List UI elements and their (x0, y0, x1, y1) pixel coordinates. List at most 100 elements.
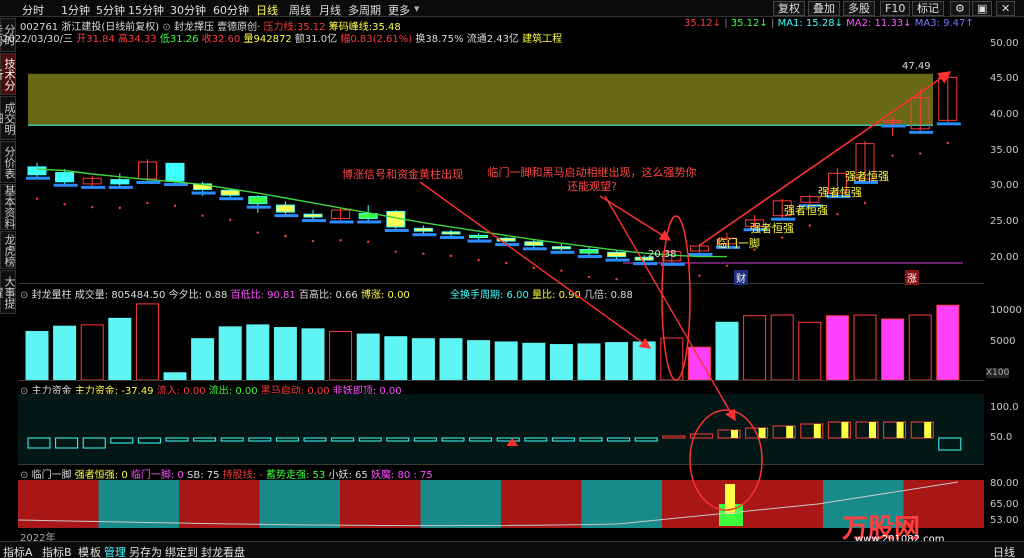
candle-body (579, 249, 599, 254)
volume-chart[interactable] (18, 298, 984, 380)
volume-bar (411, 338, 435, 380)
fenglong-tab[interactable]: 封龙看盘 (201, 544, 245, 558)
pressure-dash (412, 233, 437, 237)
y-tick: 30.00 (990, 180, 1019, 191)
pressure-dash (329, 220, 354, 224)
volume-bar (135, 303, 159, 380)
period-multi[interactable]: 多周期 (348, 2, 381, 18)
pressure-dash (384, 228, 409, 232)
volume-bar (881, 318, 905, 380)
board-tab[interactable]: 板 (90, 544, 101, 558)
side-tab-events[interactable]: 大事提醒 (0, 270, 16, 314)
side-tab-info[interactable]: 基本资料 (0, 184, 16, 230)
strong-label: 强者恒强 (845, 170, 889, 183)
volume-bar (25, 330, 49, 380)
y-tick: 35.00 (990, 145, 1019, 156)
candle-body (220, 189, 240, 196)
volume-bar (163, 372, 187, 380)
side-tab-dragon[interactable]: 龙虎榜 (0, 231, 16, 269)
side-tab-price[interactable]: 分价表 (0, 141, 16, 183)
lm-zone (179, 480, 261, 528)
pressure-dash (495, 243, 520, 247)
y-tick: 100.0 (990, 402, 1019, 413)
close-icon[interactable]: ✕ (996, 1, 1016, 16)
red-dot (615, 277, 618, 281)
ma1-label: MA1: 15.28 (777, 18, 835, 29)
pressure-dash (108, 185, 133, 189)
lm-zone (420, 480, 502, 528)
period-weekly[interactable]: 周线 (289, 2, 311, 18)
strong-label: 强者恒强 (818, 186, 862, 199)
f10-button[interactable]: F10 (880, 1, 911, 16)
indicator-b-tab[interactable]: 指标B (42, 544, 72, 558)
y-tick: 80.00 (990, 478, 1019, 489)
period-monthly[interactable]: 月线 (319, 2, 341, 18)
side-tab-trades[interactable]: 成交明细 (0, 96, 16, 140)
y-tick: 50.0 (990, 432, 1013, 443)
candle-body (496, 237, 516, 242)
price-chart[interactable] (18, 42, 984, 282)
cai-badge[interactable]: 财 (734, 270, 748, 285)
multi-stock-button[interactable]: 多股 (843, 1, 875, 16)
volume-bar (577, 343, 601, 380)
zhang-badge[interactable]: 涨 (905, 270, 919, 285)
volume-bar (632, 341, 656, 380)
fuquan-button[interactable]: 复权 (773, 1, 805, 16)
red-dot (284, 234, 287, 238)
right-val2: 35.12 (730, 18, 760, 29)
volume-bar (80, 324, 104, 380)
right-val1: 35.12 (684, 18, 713, 29)
red-dot (808, 224, 811, 227)
red-dot (339, 239, 342, 242)
red-dot (35, 197, 39, 200)
pressure-dash (522, 247, 547, 251)
period-60min[interactable]: 60分钟 (213, 2, 249, 18)
top-toolbar: 分时 1分钟 5分钟 15分钟 30分钟 60分钟 日线 周线 月线 多周期 更… (0, 0, 1024, 17)
low-label: 20.38 (648, 249, 677, 260)
saveas-tab[interactable]: 另存为 (129, 544, 162, 558)
strong-label: 强者恒强 (750, 222, 794, 235)
red-dot (698, 274, 701, 277)
y-tick: 45.00 (990, 73, 1019, 84)
pressure-dash (274, 214, 299, 218)
volume-bar (384, 336, 408, 380)
red-dot (532, 266, 535, 270)
y-tick: 20.00 (990, 252, 1019, 263)
strong-label: 强者恒强 (784, 204, 828, 217)
candle-body (55, 172, 75, 183)
period-fenshi[interactable]: 分时 (22, 2, 44, 18)
volume-bar (936, 304, 960, 380)
volume-bar (522, 342, 546, 380)
fund-chart[interactable] (18, 394, 984, 464)
period-15min[interactable]: 15分钟 (128, 2, 164, 18)
restore-icon[interactable]: ▣ (972, 1, 993, 16)
y-tick: 65.00 (990, 499, 1019, 510)
period-5min[interactable]: 5分钟 (96, 2, 125, 18)
volume-bar (218, 326, 242, 380)
linmen-chart[interactable] (18, 480, 984, 528)
template-tab[interactable]: 模 (78, 544, 89, 558)
volume-bar (273, 327, 297, 380)
volume-bar (108, 317, 132, 380)
pressure-dash (357, 220, 382, 224)
settings-icon[interactable]: ⚙ (950, 1, 970, 16)
volume-bar (743, 315, 767, 380)
mark-button[interactable]: 标记 (912, 1, 944, 16)
bind-tab[interactable]: 绑定到 (165, 544, 198, 558)
manage-tab[interactable]: 管理 (104, 544, 126, 558)
period-1min[interactable]: 1分钟 (61, 2, 90, 18)
period-more[interactable]: 更多 (388, 2, 410, 18)
side-tab-tech[interactable]: 技术分析 (0, 53, 16, 95)
indicator-a-tab[interactable]: 指标A (3, 544, 33, 558)
y-tick: 10000 (990, 305, 1022, 316)
period-daily[interactable]: 日线 (256, 2, 278, 18)
red-dot (422, 252, 425, 255)
pressure-zone (28, 73, 933, 126)
period-30min[interactable]: 30分钟 (170, 2, 206, 18)
fund-bg (18, 394, 984, 464)
red-dot (256, 231, 259, 234)
red-dot (477, 258, 480, 262)
vol-unit: X100 (986, 368, 1010, 378)
pressure-dash (550, 250, 575, 254)
overlay-button[interactable]: 叠加 (808, 1, 840, 16)
